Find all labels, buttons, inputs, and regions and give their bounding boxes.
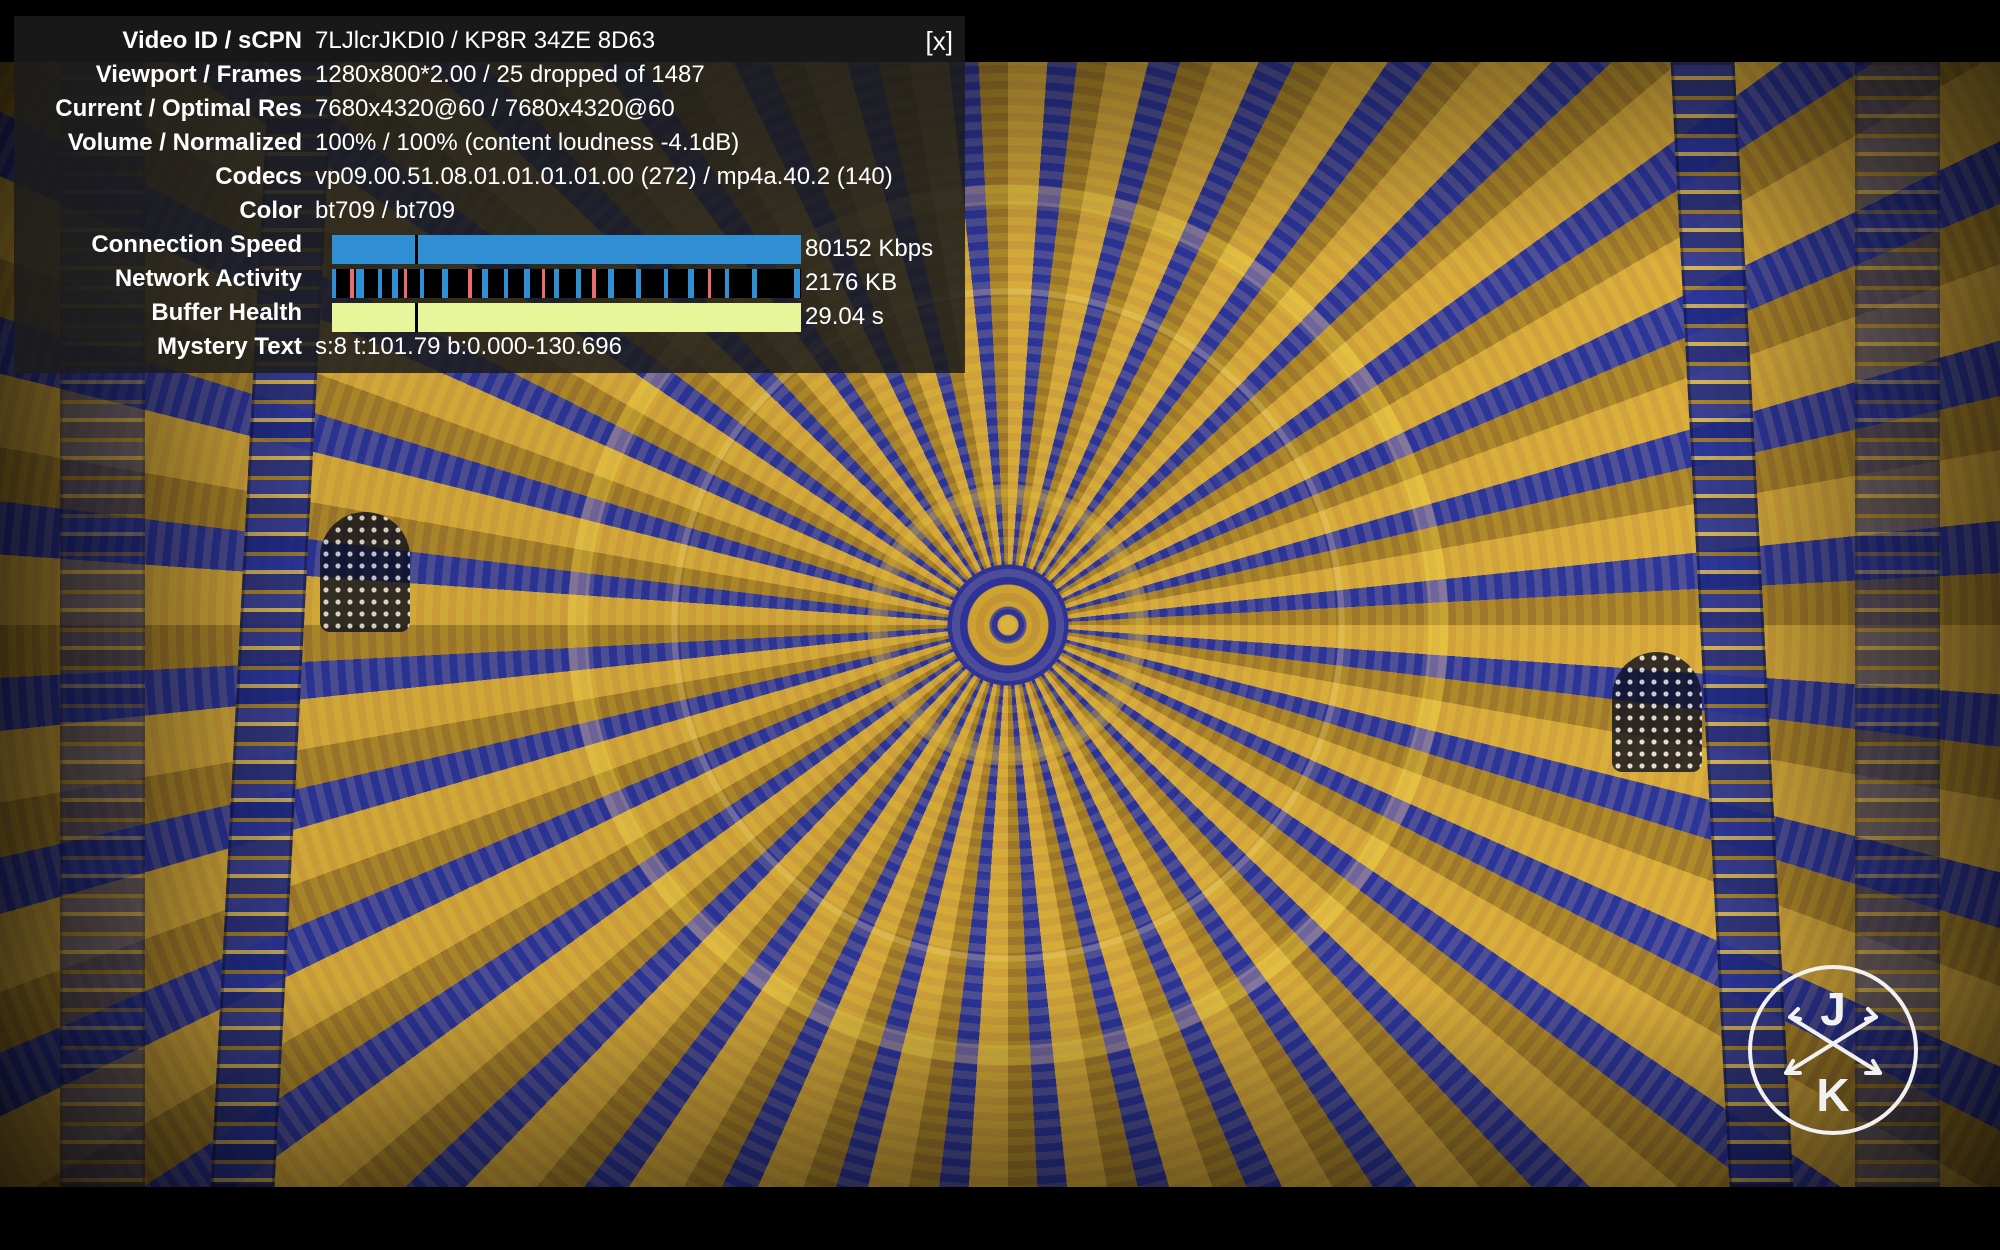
- stats-label: Current / Optimal Res: [55, 95, 302, 122]
- network-activity-mark: [356, 269, 364, 298]
- stats-value: 7LJlcrJKDI0 / KP8R 34ZE 8D63: [315, 27, 656, 54]
- network-activity-mark: [392, 269, 398, 298]
- stats-value: bt709 / bt709: [315, 197, 456, 224]
- logo-letter-top: J: [1820, 983, 1846, 1035]
- stats-label: Connection Speed: [91, 231, 302, 258]
- network-activity-mark: [608, 269, 614, 298]
- network-activity-mark: [752, 269, 757, 298]
- stats-label: Buffer Health: [151, 299, 302, 326]
- graph-divider: [415, 303, 418, 332]
- network-activity-mark: [482, 269, 488, 298]
- stats-label: Video ID / sCPN: [122, 27, 302, 54]
- channel-logo-badge: J K: [1748, 965, 1918, 1135]
- stats-row-codecs: Codecs vp09.00.51.08.01.01.01.01.00 (272…: [14, 160, 965, 194]
- stats-value: s:8 t:101.79 b:0.000-130.696: [315, 333, 622, 360]
- stats-row-resolution: Current / Optimal Res 7680x4320@60 / 768…: [14, 92, 965, 126]
- stats-label: Mystery Text: [157, 333, 302, 360]
- stats-row-viewport: Viewport / Frames 1280x800*2.00 / 25 dro…: [14, 58, 965, 92]
- stats-value: vp09.00.51.08.01.01.01.01.00 (272) / mp4…: [315, 163, 893, 190]
- network-activity-mark: [378, 269, 382, 298]
- stats-for-nerds-panel: [x] Video ID / sCPN 7LJlcrJKDI0 / KP8R 3…: [14, 16, 965, 373]
- network-activity-mark: [468, 269, 472, 298]
- network-activity-mark: [504, 269, 508, 298]
- network-activity-mark: [794, 269, 800, 298]
- stats-row-volume: Volume / Normalized 100% / 100% (content…: [14, 126, 965, 160]
- stats-label: Viewport / Frames: [95, 61, 302, 88]
- buffer-health-value: 29.04 s: [805, 303, 884, 330]
- network-activity-mark: [350, 269, 354, 298]
- connection-speed-graph: [332, 235, 801, 264]
- buffer-health-graph: [332, 303, 801, 332]
- stats-label: Codecs: [215, 163, 302, 190]
- network-activity-mark: [442, 269, 448, 298]
- stats-label: Volume / Normalized: [67, 129, 302, 156]
- network-activity-mark: [420, 269, 424, 298]
- graph-divider: [415, 235, 418, 264]
- network-activity-graph: [332, 269, 801, 298]
- network-activity-mark: [332, 269, 336, 298]
- network-activity-mark: [725, 269, 729, 298]
- network-activity-mark: [688, 269, 694, 298]
- network-activity-mark: [524, 269, 530, 298]
- stats-value: 1280x800*2.00 / 25 dropped of 1487: [315, 61, 705, 88]
- stats-label: Color: [239, 197, 302, 224]
- stats-value: 100% / 100% (content loudness -4.1dB): [315, 129, 740, 156]
- stats-label: Network Activity: [114, 265, 302, 292]
- connection-speed-value: 80152 Kbps: [805, 235, 934, 262]
- logo-letter-bottom: K: [1816, 1069, 1849, 1121]
- network-activity-mark: [708, 269, 711, 298]
- stats-row-color: Color bt709 / bt709: [14, 194, 965, 228]
- network-activity-mark: [664, 269, 668, 298]
- network-activity-mark: [636, 269, 641, 298]
- stats-row-mystery-text: Mystery Text s:8 t:101.79 b:0.000-130.69…: [14, 330, 965, 364]
- crossed-arrows-icon: J K: [1784, 983, 1882, 1121]
- right-lattice-window: [1612, 652, 1702, 772]
- graph-divider: [415, 269, 418, 298]
- network-activity-mark: [542, 269, 545, 298]
- left-lattice-window: [320, 512, 410, 632]
- network-activity-mark: [554, 269, 559, 298]
- network-activity-mark: [592, 269, 596, 298]
- stats-row-video-id: Video ID / sCPN 7LJlcrJKDI0 / KP8R 34ZE …: [14, 24, 965, 58]
- network-activity-mark: [404, 269, 407, 298]
- stats-value: 7680x4320@60 / 7680x4320@60: [315, 95, 675, 122]
- network-activity-value: 2176 KB: [805, 269, 898, 296]
- network-activity-mark: [576, 269, 581, 298]
